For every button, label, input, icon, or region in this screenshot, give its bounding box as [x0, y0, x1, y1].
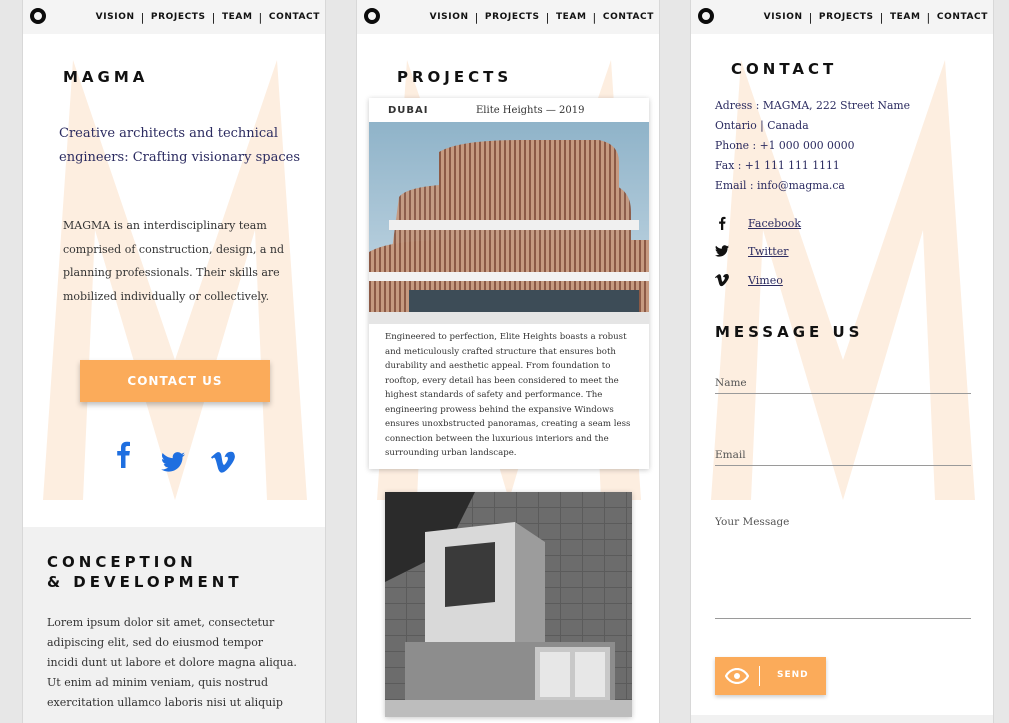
logo[interactable] [364, 8, 380, 24]
nav-projects-link[interactable]: PROJECTS [485, 12, 540, 22]
building-photo [385, 492, 632, 717]
logo[interactable] [698, 8, 714, 24]
nav-menu: VISION | PROJECTS | TEAM | CONTACT [764, 10, 988, 24]
nav-projects-link[interactable]: PROJECTS [151, 12, 206, 22]
projects-panel: VISION | PROJECTS | TEAM | CONTACT PROJE… [356, 0, 660, 723]
nav-separator: | [926, 10, 931, 24]
navbar: VISION | PROJECTS | TEAM | CONTACT [357, 0, 659, 34]
address-line: Ontario | Canada [715, 119, 809, 132]
intro-description: MAGMA is an interdisciplinary team compr… [63, 219, 285, 303]
email-address: Email : info@magma.ca [715, 179, 845, 192]
footer-strip [691, 715, 993, 723]
home-panel: VISION | PROJECTS | TEAM | CONTACT MAGMA… [22, 0, 326, 723]
conception-section: CONCEPTION & DEVELOPMENT Lorem ipsum dol… [23, 527, 325, 723]
vimeo-icon[interactable] [211, 448, 235, 476]
facebook-link[interactable]: Facebook [748, 217, 801, 230]
facebook-icon [719, 216, 726, 230]
nav-separator: | [140, 10, 145, 24]
nav-contact-link[interactable]: CONTACT [269, 12, 320, 22]
nav-separator: | [258, 10, 263, 24]
brand-title: MAGMA [63, 68, 149, 86]
nav-separator: | [592, 10, 597, 24]
send-label: SEND [777, 670, 809, 680]
vimeo-link[interactable]: Vimeo [748, 274, 783, 287]
project-city: DUBAI [388, 105, 429, 116]
logo[interactable] [30, 8, 46, 24]
message-us-title: MESSAGE US [715, 323, 864, 341]
facebook-link-row[interactable]: Facebook [715, 216, 801, 230]
project-card[interactable] [385, 492, 632, 717]
nav-projects-link[interactable]: PROJECTS [819, 12, 874, 22]
project-name: Elite Heights — 2019 [476, 105, 585, 116]
twitter-link-row[interactable]: Twitter [715, 244, 789, 258]
nav-vision-link[interactable]: VISION [96, 12, 135, 22]
nav-contact-link[interactable]: CONTACT [937, 12, 988, 22]
nav-separator: | [211, 10, 216, 24]
vimeo-link-row[interactable]: Vimeo [715, 273, 783, 287]
project-card[interactable]: DUBAI Elite Heights — 2019 Engineered to… [369, 98, 649, 469]
projects-title: PROJECTS [397, 68, 513, 86]
navbar: VISION | PROJECTS | TEAM | CONTACT [23, 0, 325, 34]
twitter-link[interactable]: Twitter [748, 245, 789, 258]
message-field[interactable] [715, 516, 971, 619]
nav-separator: | [879, 10, 884, 24]
nav-team-link[interactable]: TEAM [556, 12, 587, 22]
nav-menu: VISION | PROJECTS | TEAM | CONTACT [430, 10, 654, 24]
nav-menu: VISION | PROJECTS | TEAM | CONTACT [96, 10, 320, 24]
eye-icon [725, 668, 749, 684]
twitter-icon[interactable] [161, 448, 185, 476]
nav-separator: | [808, 10, 813, 24]
vimeo-icon [715, 274, 729, 287]
navbar: VISION | PROJECTS | TEAM | CONTACT [691, 0, 993, 34]
send-button[interactable]: SEND [715, 657, 826, 695]
project-description: Engineered to perfection, Elite Heights … [385, 332, 631, 458]
facebook-icon[interactable] [115, 440, 131, 468]
fax-number: Fax : +1 111 111 1111 [715, 159, 840, 172]
nav-team-link[interactable]: TEAM [890, 12, 921, 22]
name-field[interactable] [715, 372, 971, 394]
email-field[interactable] [715, 444, 971, 466]
section-title-line: & DEVELOPMENT [47, 573, 243, 591]
building-photo [369, 122, 649, 324]
contact-title: CONTACT [731, 60, 838, 78]
nav-separator: | [545, 10, 550, 24]
section-title: CONCEPTION & DEVELOPMENT [47, 552, 243, 592]
contact-us-button[interactable]: CONTACT US [80, 360, 270, 402]
nav-vision-link[interactable]: VISION [764, 12, 803, 22]
tagline: Creative architects and technical engine… [59, 126, 300, 165]
button-divider [759, 666, 760, 686]
nav-vision-link[interactable]: VISION [430, 12, 469, 22]
contact-info: Adress : MAGMA, 222 Street Name Ontario … [715, 96, 985, 196]
nav-team-link[interactable]: TEAM [222, 12, 253, 22]
nav-separator: | [474, 10, 479, 24]
nav-contact-link[interactable]: CONTACT [603, 12, 654, 22]
contact-panel: VISION | PROJECTS | TEAM | CONTACT CONTA… [690, 0, 994, 723]
address-line: Adress : MAGMA, 222 Street Name [715, 99, 911, 112]
twitter-icon [715, 245, 729, 257]
section-body: Lorem ipsum dolor sit amet, consectetur … [47, 616, 297, 709]
section-title-line: CONCEPTION [47, 553, 197, 571]
phone-number: Phone : +1 000 000 0000 [715, 139, 855, 152]
